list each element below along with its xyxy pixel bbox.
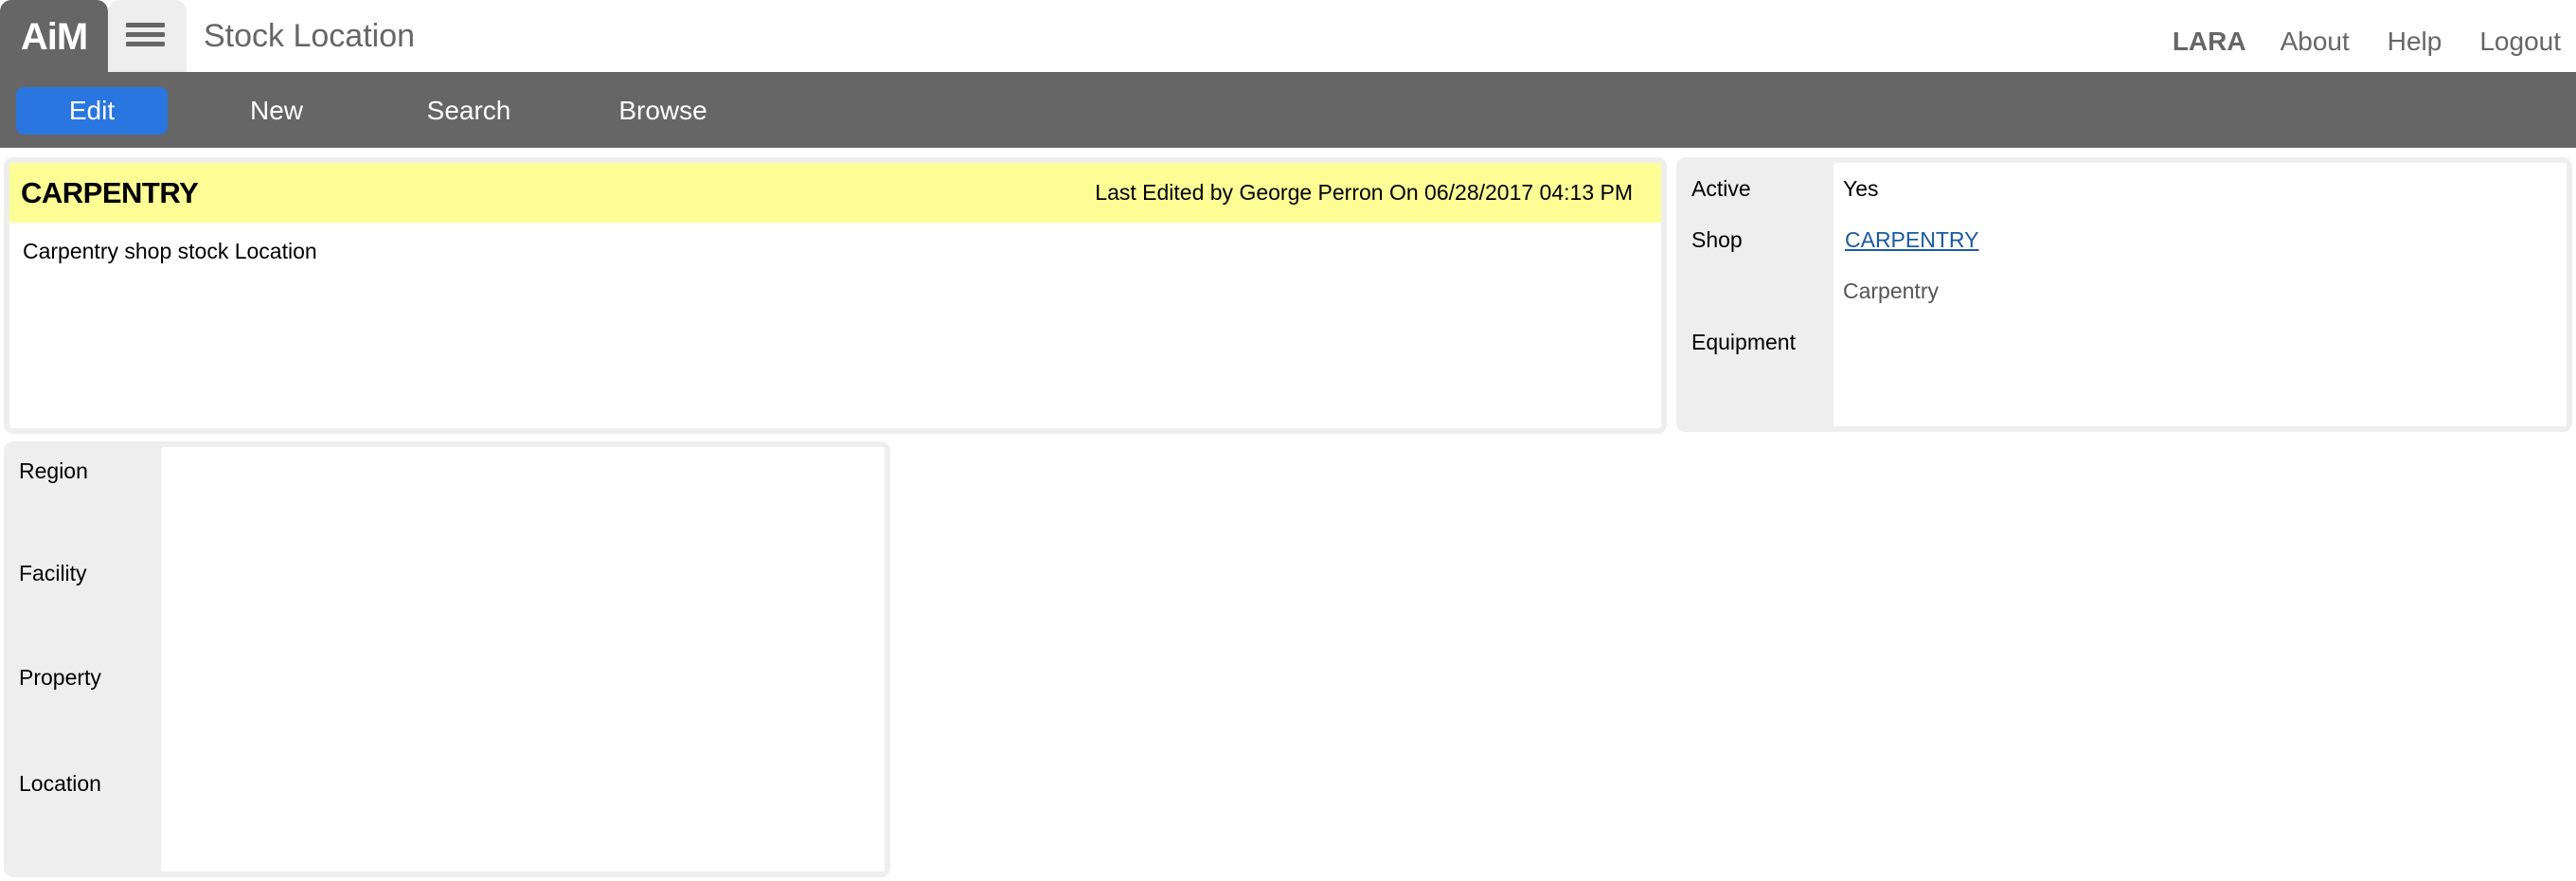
user-nav: LARA About Help Logout <box>2173 25 2576 59</box>
page-title: Stock Location <box>204 18 416 54</box>
shop-description: Carpentry <box>1843 279 1939 303</box>
record-panel-body: CARPENTRY Last Edited by George Perron O… <box>9 163 1661 428</box>
property-label: Property <box>19 665 101 690</box>
location-values <box>161 447 885 872</box>
shop-label: Shop <box>1691 227 1743 252</box>
active-value: Yes <box>1843 176 1879 201</box>
shop-link[interactable]: CARPENTRY <box>1845 227 1978 253</box>
action-toolbar: Edit New Search Browse <box>0 72 2576 148</box>
current-user: LARA <box>2172 27 2246 56</box>
hamburger-icon <box>126 23 165 27</box>
new-button[interactable]: New <box>201 87 352 135</box>
hamburger-icon-line <box>126 42 165 46</box>
record-description: Carpentry shop stock Location <box>23 239 317 263</box>
equipment-label: Equipment <box>1691 330 1796 354</box>
hamburger-icon-line <box>126 32 165 37</box>
details-panel: Active Shop Equipment Yes CARPENTRY Carp… <box>1676 157 2572 432</box>
details-values: Yes CARPENTRY Carpentry <box>1834 163 2567 426</box>
location-label: Location <box>19 771 101 796</box>
top-header: AiM Stock Location LARA About Help Logou… <box>0 0 2576 72</box>
record-header: CARPENTRY Last Edited by George Perron O… <box>9 163 1661 223</box>
active-label: Active <box>1691 176 1751 201</box>
browse-button[interactable]: Browse <box>587 87 739 135</box>
region-label: Region <box>19 458 88 483</box>
facility-label: Facility <box>19 561 87 585</box>
app-logo[interactable]: AiM <box>0 0 108 72</box>
location-panel: Region Facility Property Location <box>4 441 890 877</box>
record-title: CARPENTRY <box>21 176 199 209</box>
logout-link[interactable]: Logout <box>2479 25 2561 59</box>
edit-button[interactable]: Edit <box>16 87 168 135</box>
record-panel: CARPENTRY Last Edited by George Perron O… <box>4 157 1667 434</box>
about-link[interactable]: About <box>2281 25 2350 59</box>
help-link[interactable]: Help <box>2388 25 2442 59</box>
last-edited-info: Last Edited by George Perron On 06/28/20… <box>1095 180 1633 205</box>
search-button[interactable]: Search <box>393 87 545 135</box>
hamburger-menu-button[interactable] <box>108 0 187 72</box>
